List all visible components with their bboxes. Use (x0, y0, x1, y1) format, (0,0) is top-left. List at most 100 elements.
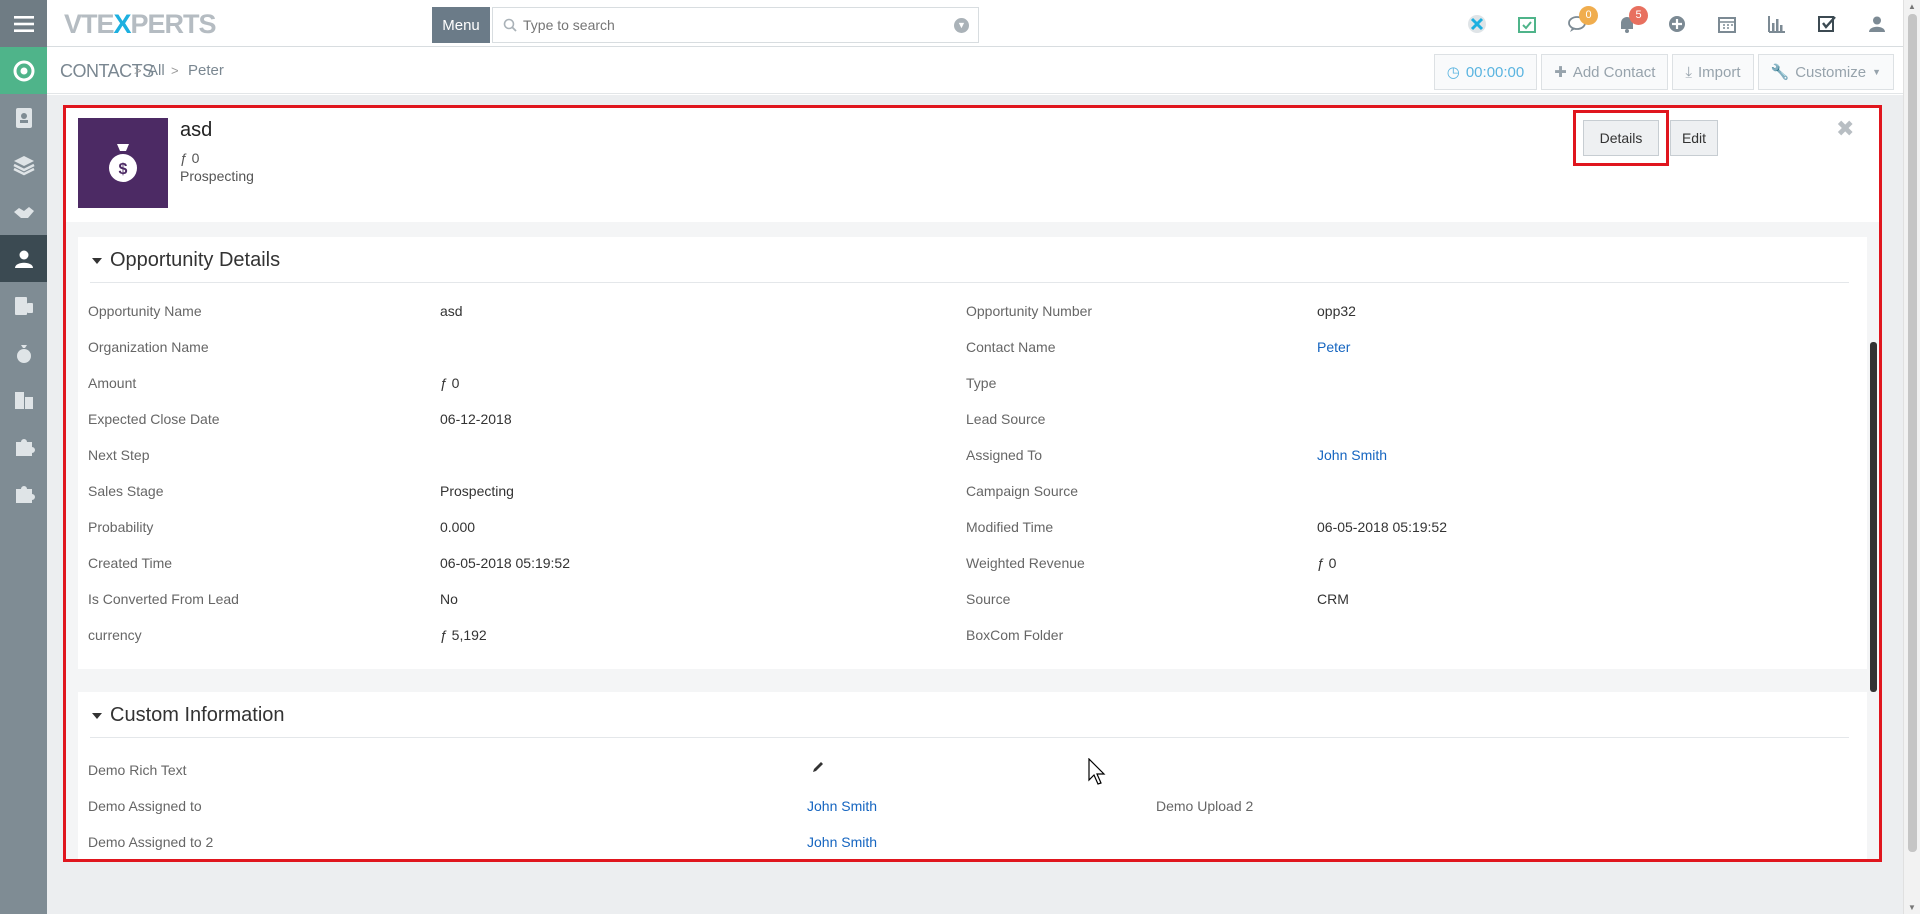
chevron-right-icon: > (171, 63, 179, 78)
x-logo-icon[interactable] (1452, 0, 1502, 47)
field-label: Is Converted From Lead (88, 591, 239, 607)
field-value: ƒ 5,192 (440, 627, 487, 643)
caret-down-icon: ▼ (1872, 67, 1881, 77)
chevron-right-icon: > (134, 63, 142, 78)
field-value: ƒ 0 (440, 375, 460, 391)
global-search[interactable]: ▼ (492, 7, 979, 43)
edit-button[interactable]: Edit (1670, 120, 1718, 156)
page-scrollbar[interactable]: ▲ ▼ (1903, 0, 1920, 914)
customize-button[interactable]: 🔧 Customize ▼ (1757, 54, 1894, 90)
field-value: 06-05-2018 05:19:52 (1317, 519, 1447, 535)
content-area: $ asd ƒ 0 Prospecting Details Edit ✖ Opp… (47, 95, 1920, 914)
dashboard-icon[interactable] (0, 47, 47, 94)
clock-icon: ◷ (1446, 64, 1460, 81)
field-label: Amount (88, 375, 137, 391)
timer-button[interactable]: ◷ 00:00:00 (1433, 54, 1538, 90)
field-label: Demo Assigned to (88, 798, 202, 814)
devices-icon[interactable] (0, 282, 47, 329)
person-icon[interactable] (0, 235, 47, 282)
field-label: Probability (88, 519, 154, 535)
field-label: Weighted Revenue (966, 555, 1085, 571)
field-label: BoxCom Folder (966, 627, 1064, 643)
search-icon (503, 18, 517, 32)
search-dropdown-icon[interactable]: ▼ (954, 18, 969, 33)
buildings-icon[interactable] (0, 376, 47, 423)
record-amount: ƒ 0 (180, 150, 200, 166)
puzzle-icon[interactable] (0, 470, 47, 517)
field-label: Organization Name (88, 339, 209, 355)
field-label: Next Step (88, 447, 150, 463)
field-label: Type (966, 375, 997, 391)
field-value: CRM (1317, 591, 1349, 607)
scroll-up-icon[interactable]: ▲ (1908, 2, 1916, 11)
field-value: 06-12-2018 (440, 411, 512, 427)
contacts-book-icon[interactable] (0, 94, 47, 141)
field-label: Source (966, 591, 1011, 607)
close-icon[interactable]: ✖ (1836, 116, 1854, 142)
field-value-link[interactable]: Peter (1317, 339, 1350, 355)
bell-badge: 5 (1629, 6, 1648, 25)
import-button[interactable]: ⤓ Import (1672, 54, 1754, 90)
field-label: Created Time (88, 555, 173, 571)
field-value-link[interactable]: John Smith (807, 834, 877, 850)
record-stage: Prospecting (180, 168, 254, 184)
field-label: Lead Source (966, 411, 1046, 427)
plus-icon: ✚ (1554, 64, 1567, 81)
record-header: $ asd ƒ 0 Prospecting Details Edit ✖ (66, 108, 1879, 222)
field-label: Sales Stage (88, 483, 164, 499)
block-header[interactable]: Opportunity Details (92, 249, 280, 272)
bar-chart-icon[interactable] (1752, 0, 1802, 47)
details-scroll-area: Opportunity Details Opportunity Name asd O… (66, 222, 1879, 859)
scroll-down-icon[interactable]: ▼ (1908, 903, 1916, 912)
bell-icon[interactable]: 5 (1602, 0, 1652, 47)
field-label: Opportunity Name (88, 303, 202, 319)
field-label: Demo Assigned to 2 (88, 834, 214, 850)
field-value: ƒ 0 (1317, 555, 1337, 571)
add-contact-button[interactable]: ✚ Add Contact (1541, 54, 1669, 90)
field-value: asd (440, 303, 463, 319)
user-profile-icon[interactable] (1852, 0, 1902, 47)
pencil-icon[interactable] (811, 760, 825, 777)
calendar-check-icon[interactable] (1502, 0, 1552, 47)
field-label: Campaign Source (966, 483, 1079, 499)
breadcrumb-all[interactable]: All (148, 62, 165, 79)
block-header[interactable]: Custom Information (92, 704, 285, 727)
breadcrumb: CONTACTS > All > Peter ◷ 00:00:00 ✚ Add Co… (47, 48, 1920, 94)
checkbox-icon[interactable] (1802, 0, 1852, 47)
scroll-thumb[interactable] (1908, 14, 1917, 852)
field-value: Prospecting (440, 483, 514, 499)
field-value: opp32 (1317, 303, 1356, 319)
puzzle-icon[interactable] (0, 423, 47, 470)
field-value-link[interactable]: John Smith (807, 798, 877, 814)
app-logo[interactable]: VTEXPERTS (64, 9, 217, 40)
custom-information-block: Custom Information Demo Rich Text Demo A… (78, 692, 1867, 859)
field-label: Contact Name (966, 339, 1056, 355)
record-preview-panel: $ asd ƒ 0 Prospecting Details Edit ✖ Opp… (63, 105, 1882, 862)
add-circle-icon[interactable] (1652, 0, 1702, 47)
money-bag-icon: $ (78, 118, 168, 208)
field-value: 0.000 (440, 519, 476, 535)
details-button[interactable]: Details (1583, 120, 1659, 156)
field-label: Demo Upload 2 (1156, 798, 1254, 814)
field-label: Modified Time (966, 519, 1054, 535)
field-label: Expected Close Date (88, 411, 220, 427)
caret-down-icon (92, 712, 102, 719)
hamburger-menu-icon[interactable] (0, 0, 47, 47)
opportunity-details-block: Opportunity Details Opportunity Name asd O… (78, 237, 1867, 669)
panel-scrollbar[interactable] (1870, 342, 1877, 692)
money-bag-icon[interactable] (0, 329, 47, 376)
mouse-cursor-icon (1088, 757, 1108, 789)
svg-text:$: $ (119, 161, 128, 178)
layers-icon[interactable] (0, 141, 47, 188)
chat-icon[interactable]: 0 (1552, 0, 1602, 47)
field-label: Opportunity Number (966, 303, 1093, 319)
search-input[interactable] (523, 17, 943, 33)
menu-button[interactable]: Menu (432, 7, 490, 43)
field-label: currency (88, 627, 142, 643)
field-value: No (440, 591, 458, 607)
field-value-link[interactable]: John Smith (1317, 447, 1387, 463)
field-label: Demo Rich Text (88, 762, 187, 778)
handshake-icon[interactable] (0, 188, 47, 235)
breadcrumb-record: Peter (188, 62, 224, 79)
calendar-icon[interactable] (1702, 0, 1752, 47)
